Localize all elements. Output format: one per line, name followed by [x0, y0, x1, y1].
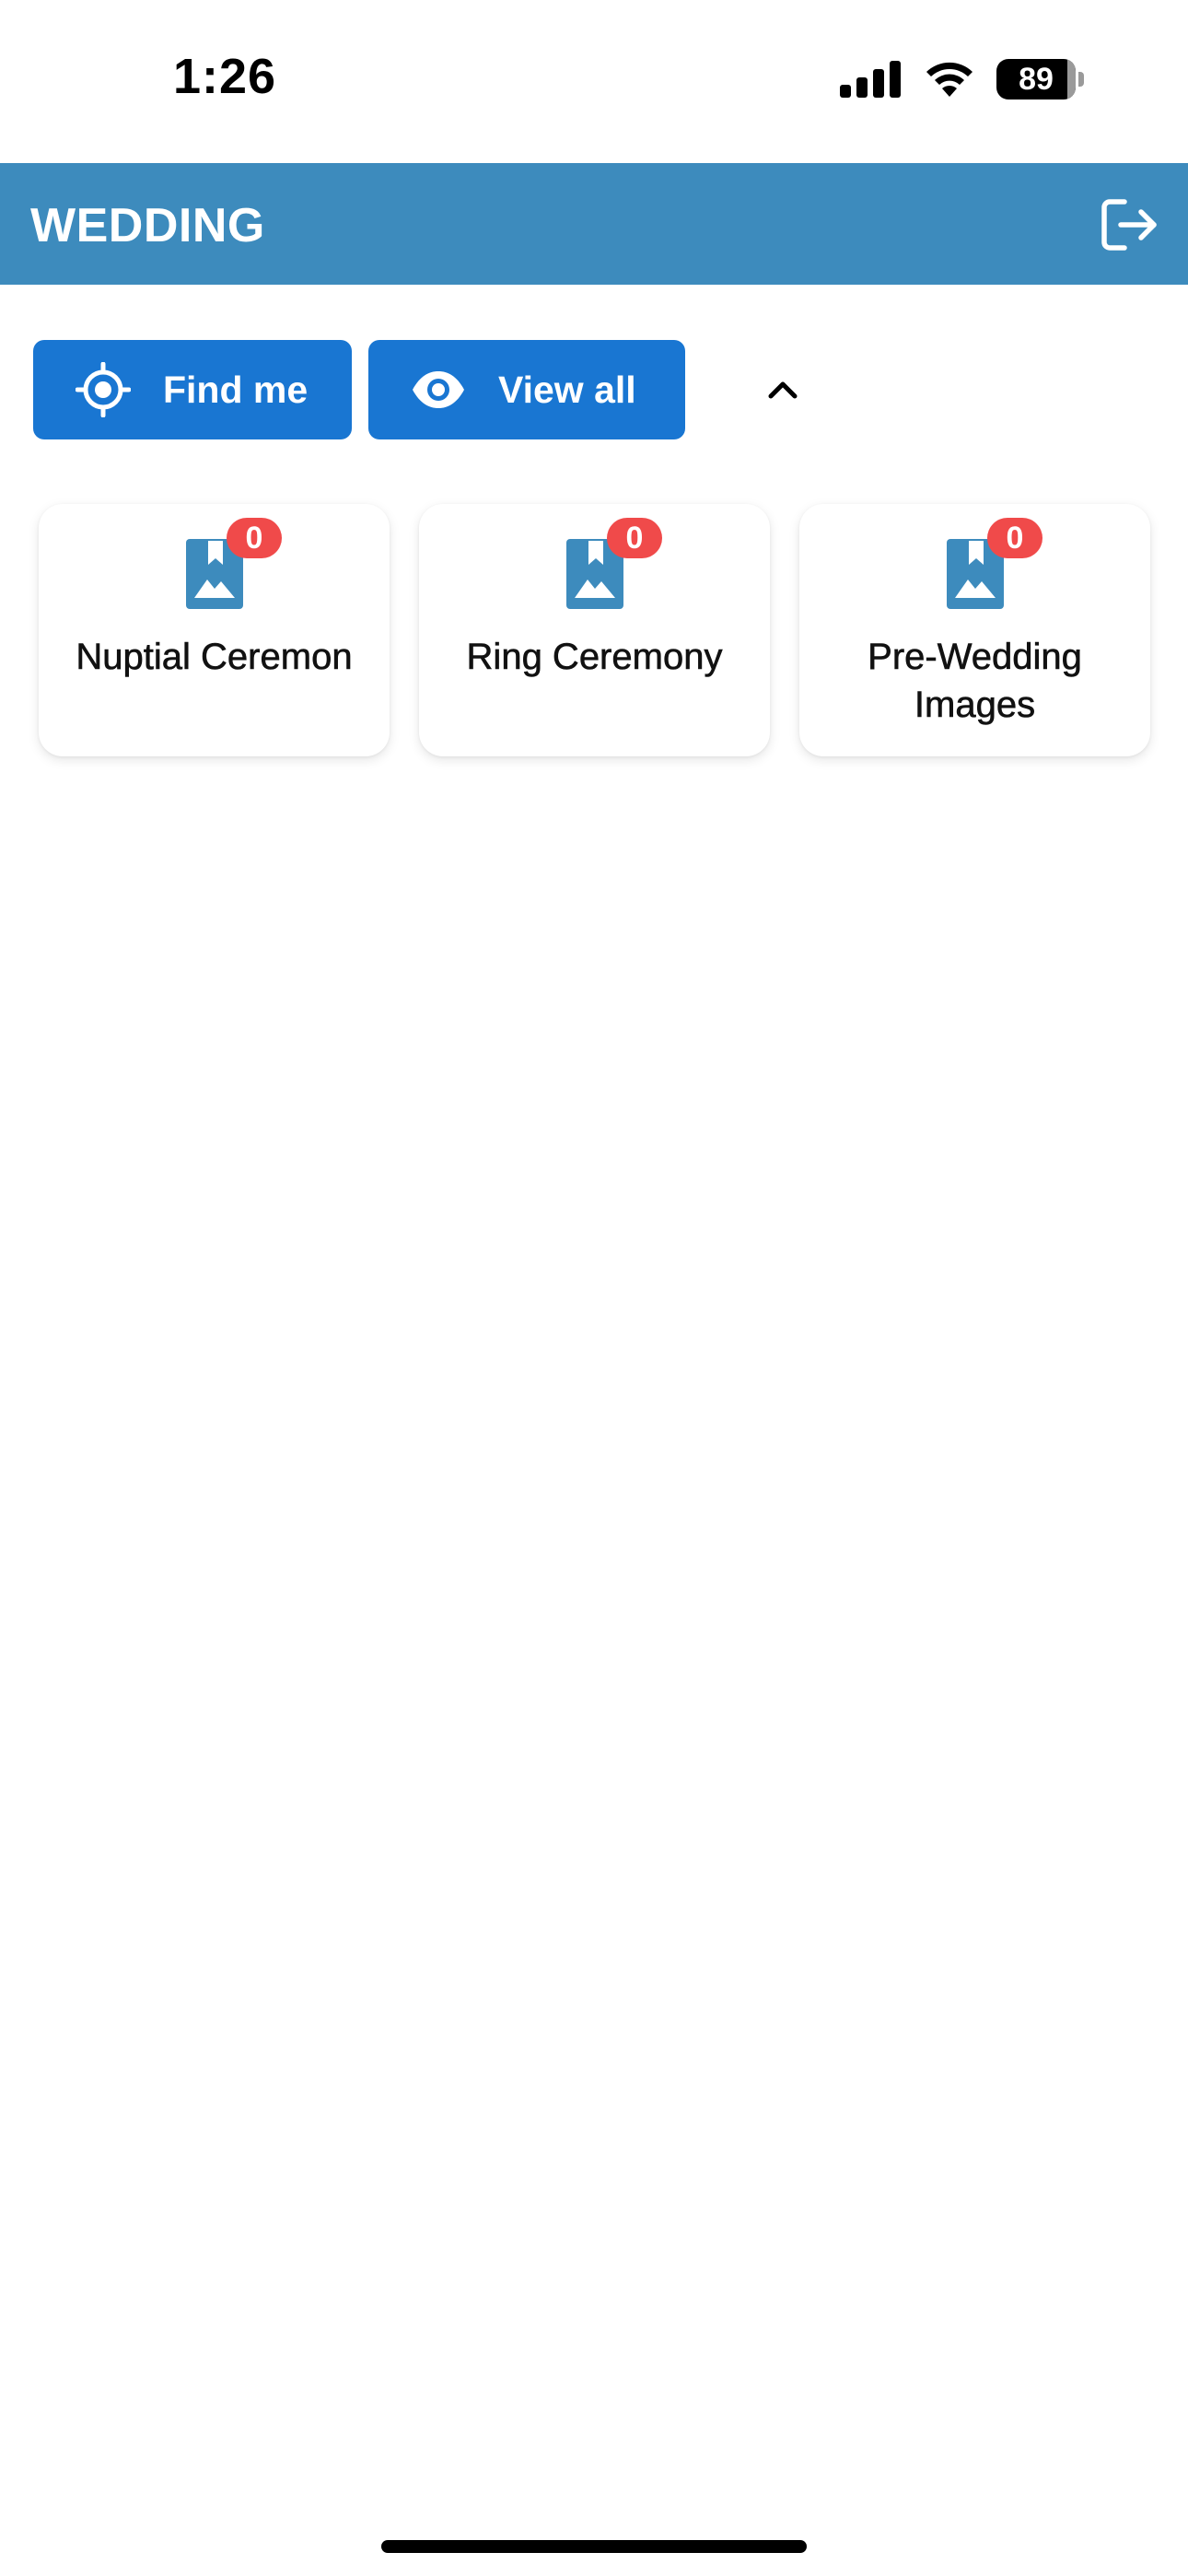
status-icons: 89	[840, 59, 1085, 100]
app-screen: 1:26 89 WEDDING Find me View all 0 Nupti…	[0, 0, 1188, 2576]
battery-body: 89	[996, 59, 1076, 100]
category-label: Ring Ceremony	[466, 637, 723, 678]
category-label: Nuptial Ceremon	[76, 637, 353, 678]
count-badge: 0	[607, 518, 662, 558]
category-list: 0 Nuptial Ceremon 0 Ring Ceremony 0 Pre-…	[39, 504, 1150, 756]
logout-icon	[1101, 199, 1157, 251]
collapse-toggle-button[interactable]	[755, 362, 810, 417]
wifi-icon	[926, 62, 973, 97]
count-badge: 0	[227, 518, 282, 558]
status-time: 1:26	[173, 49, 277, 104]
count-badge: 0	[987, 518, 1042, 558]
view-all-button[interactable]: View all	[368, 340, 685, 439]
eye-icon	[411, 362, 466, 417]
status-bar: 1:26 89	[0, 0, 1188, 162]
find-me-button[interactable]: Find me	[33, 340, 352, 439]
action-row: Find me View all	[33, 340, 810, 439]
battery-cap	[1078, 72, 1084, 87]
signal-icon	[840, 61, 901, 98]
logout-button[interactable]	[1098, 193, 1162, 257]
home-indicator	[381, 2540, 807, 2553]
chevron-up-icon	[768, 381, 798, 399]
view-all-label: View all	[498, 368, 636, 411]
crosshair-icon	[76, 362, 131, 417]
battery-level: 89	[1019, 61, 1054, 97]
app-header: WEDDING	[0, 163, 1188, 285]
page-title: WEDDING	[30, 199, 265, 252]
category-card[interactable]: 0 Nuptial Ceremon	[39, 504, 390, 756]
category-card[interactable]: 0 Pre-Wedding Images	[799, 504, 1150, 756]
find-me-label: Find me	[163, 368, 309, 411]
battery-icon: 89	[996, 59, 1085, 100]
category-label: Pre-Wedding Images	[868, 637, 1082, 726]
category-card[interactable]: 0 Ring Ceremony	[419, 504, 770, 756]
